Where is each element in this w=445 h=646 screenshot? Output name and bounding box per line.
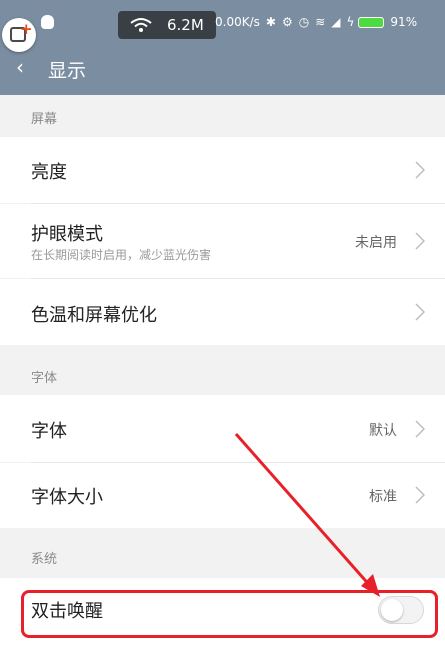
annotation-arrow-line <box>234 433 374 589</box>
annotation-arrow <box>234 433 380 597</box>
